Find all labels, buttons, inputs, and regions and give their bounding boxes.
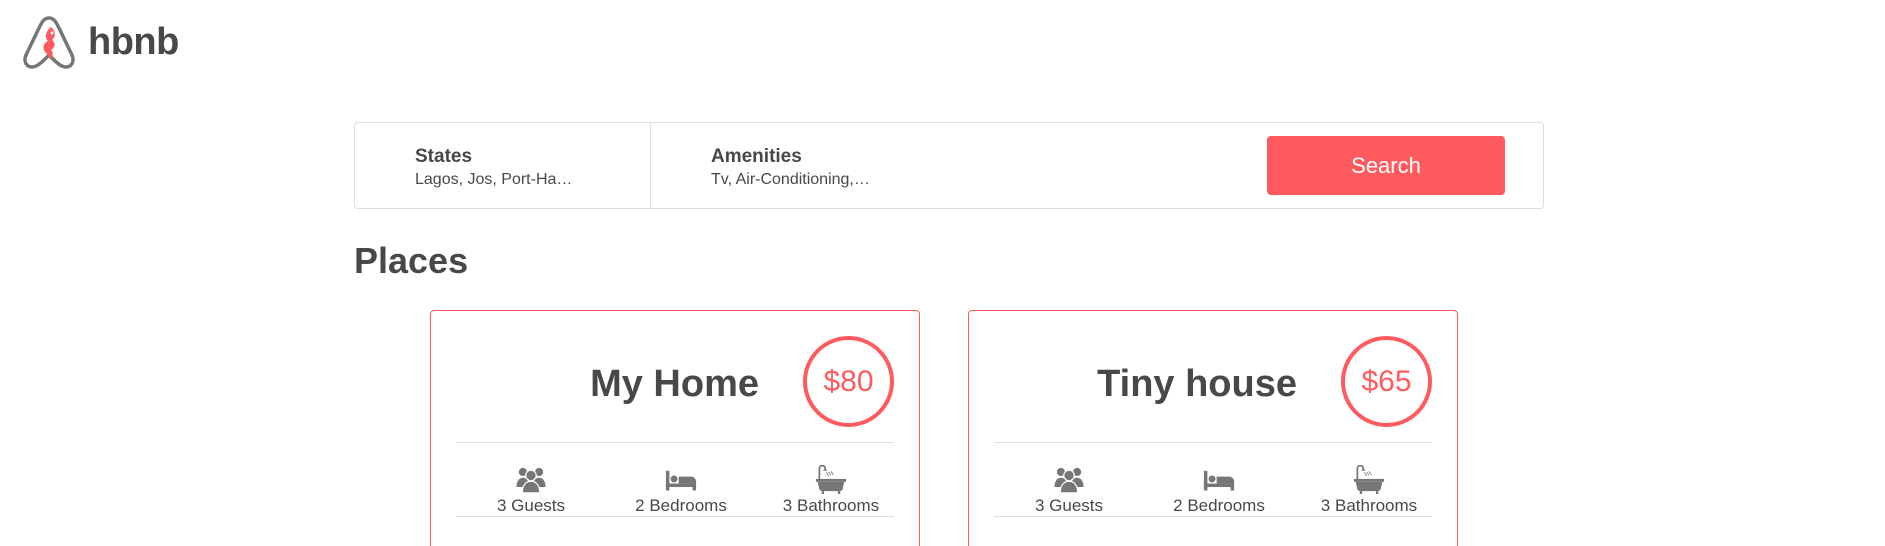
search-button[interactable]: Search — [1267, 136, 1505, 195]
place-name: Tiny house — [1097, 363, 1297, 405]
guests-icon — [1054, 467, 1084, 494]
bathrooms-info: 3 Bathrooms — [1309, 465, 1429, 516]
place-card[interactable]: My Home $80 3 Guests 2 Bedrooms 3 Bathro… — [430, 310, 920, 546]
header: hbnb — [20, 12, 179, 72]
place-info: 3 Guests 2 Bedrooms 3 Bathrooms — [431, 443, 919, 516]
amenities-filter-value: Tv, Air-Conditioning,… — [711, 171, 870, 188]
place-card[interactable]: Tiny house $65 3 Guests 2 Bedrooms 3 Bat… — [968, 310, 1458, 546]
amenities-filter[interactable]: Amenities Tv, Air-Conditioning,… — [651, 123, 947, 208]
guests-label: 3 Guests — [496, 496, 566, 515]
logo[interactable]: hbnb — [20, 13, 179, 71]
bedrooms-info: 2 Bedrooms — [1159, 465, 1279, 516]
places-title: Places — [354, 240, 469, 281]
price-badge: $80 — [803, 336, 894, 427]
amenities-filter-title: Amenities — [711, 146, 802, 167]
airbnb-logo-icon — [23, 16, 75, 69]
bedrooms-label: 2 Bedrooms — [1173, 496, 1265, 515]
place-card-header: My Home $80 — [431, 311, 919, 442]
divider — [456, 516, 894, 517]
logo-text: hbnb — [88, 20, 179, 63]
bathrooms-label: 3 Bathrooms — [1320, 496, 1418, 515]
bathtub-icon — [815, 465, 847, 494]
states-filter[interactable]: States Lagos, Jos, Port-Ha… — [355, 123, 651, 208]
bathrooms-info: 3 Bathrooms — [771, 465, 891, 516]
place-info: 3 Guests 2 Bedrooms 3 Bathrooms — [969, 443, 1457, 516]
guests-label: 3 Guests — [1034, 496, 1104, 515]
guests-info: 3 Guests — [471, 465, 591, 516]
place-name: My Home — [590, 363, 759, 405]
bed-icon — [665, 470, 697, 491]
bed-icon — [1203, 470, 1235, 491]
guests-icon — [516, 467, 546, 494]
bathrooms-label: 3 Bathrooms — [782, 496, 880, 515]
filters-bar: States Lagos, Jos, Port-Ha… Amenities Tv… — [354, 122, 1544, 209]
guests-info: 3 Guests — [1009, 465, 1129, 516]
bedrooms-label: 2 Bedrooms — [635, 496, 727, 515]
page: hbnb States Lagos, Jos, Port-Ha… Ameniti… — [0, 0, 1885, 546]
states-filter-title: States — [415, 146, 473, 167]
divider — [994, 516, 1432, 517]
place-card-header: Tiny house $65 — [969, 311, 1457, 442]
bathtub-icon — [1353, 465, 1385, 494]
bedrooms-info: 2 Bedrooms — [621, 465, 741, 516]
price-badge: $65 — [1341, 336, 1432, 427]
states-filter-value: Lagos, Jos, Port-Ha… — [415, 171, 573, 188]
